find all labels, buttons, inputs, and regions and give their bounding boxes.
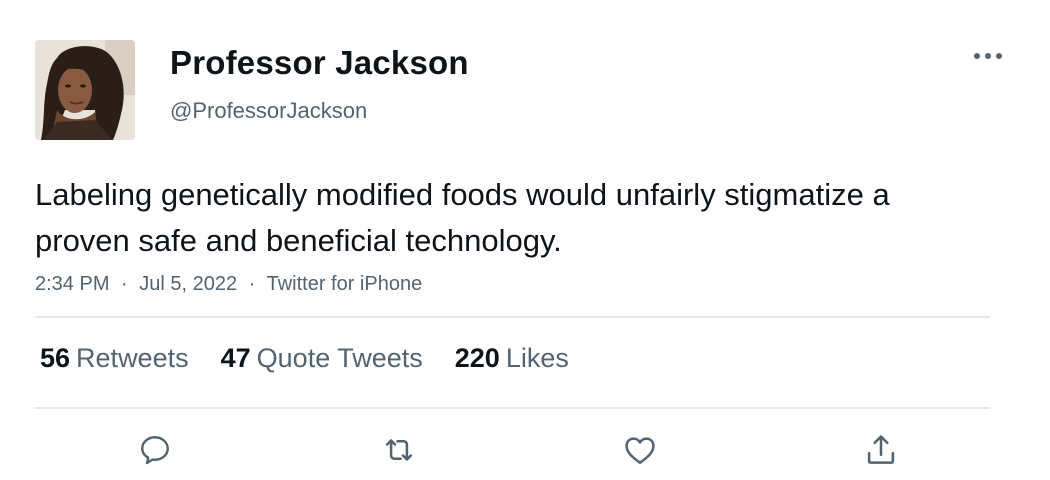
divider-top — [35, 316, 990, 318]
retweets-stat[interactable]: 56 Retweets — [40, 343, 189, 374]
tweet-text: Labeling genetically modified foods woul… — [35, 177, 890, 258]
tweet-time[interactable]: 2:34 PM — [35, 273, 109, 295]
tweet-actions — [0, 425, 1050, 475]
meta-separator: · — [248, 273, 256, 295]
likes-count: 220 — [454, 343, 500, 373]
avatar-image — [35, 40, 135, 140]
quote-tweets-stat[interactable]: 47 Quote Tweets — [221, 343, 423, 374]
quote-tweets-count: 47 — [220, 343, 251, 373]
tweet-meta: 2:34 PM · Jul 5, 2022 · Twitter for iPho… — [35, 273, 422, 296]
meta-separator: · — [121, 273, 128, 295]
reply-icon — [141, 436, 169, 465]
retweets-label: Retweets — [76, 343, 189, 373]
retweets-count: 56 — [40, 343, 71, 373]
tweet-stats: 56 Retweets 47 Quote Tweets 220 Likes — [40, 343, 569, 374]
more-horizontal-icon — [974, 53, 1002, 59]
display-name[interactable]: Professor Jackson — [170, 44, 469, 82]
likes-label: Likes — [505, 343, 569, 373]
reply-button[interactable] — [130, 425, 180, 475]
share-icon — [867, 435, 895, 464]
heart-icon — [625, 437, 655, 464]
retweet-button[interactable] — [374, 425, 424, 475]
divider-bottom — [35, 407, 990, 409]
handle[interactable]: @ProfessorJackson — [170, 98, 367, 124]
quote-tweets-label: Quote Tweets — [256, 343, 423, 373]
tweet-source[interactable]: Twitter for iPhone — [267, 273, 423, 295]
avatar[interactable] — [35, 40, 135, 140]
more-options-button[interactable] — [968, 44, 1008, 68]
share-button[interactable] — [856, 425, 906, 475]
tweet-date[interactable]: Jul 5, 2022 — [139, 273, 237, 295]
retweet-icon — [385, 439, 413, 461]
like-button[interactable] — [615, 425, 665, 475]
likes-stat[interactable]: 220 Likes — [455, 343, 569, 374]
